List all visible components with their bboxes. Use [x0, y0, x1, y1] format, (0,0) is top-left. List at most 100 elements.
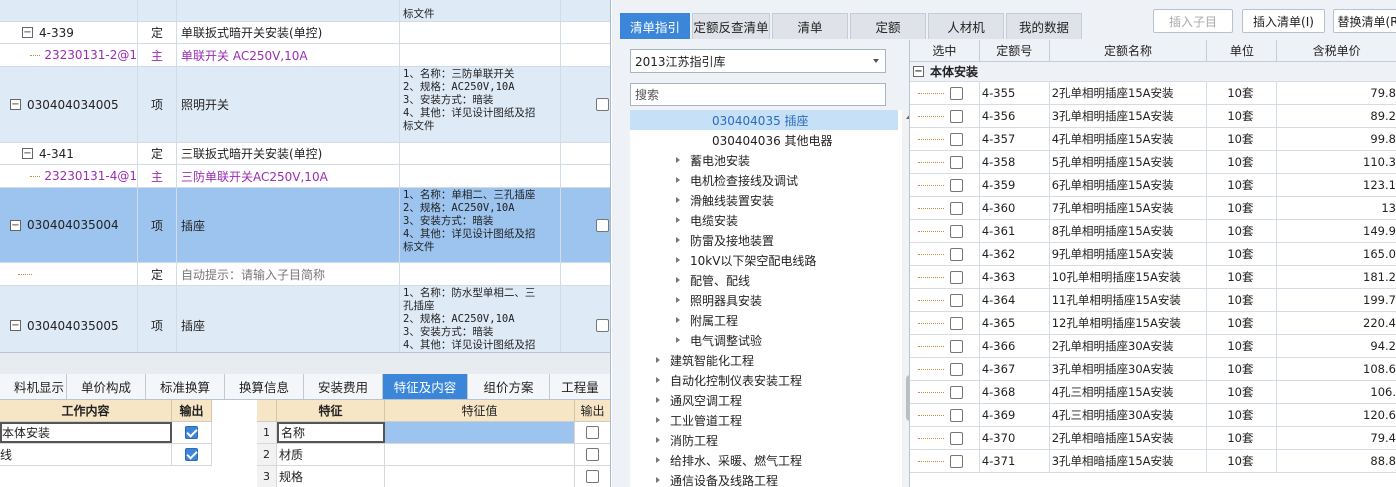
expand-arrow-icon[interactable] [676, 217, 680, 223]
quota-price[interactable]: 120.6 [1277, 404, 1396, 426]
select-checkbox[interactable] [949, 431, 963, 445]
quota-code[interactable]: 4-355 [980, 82, 1050, 104]
guide-tab-1[interactable]: 定额反查清单 [692, 13, 770, 39]
type-cell[interactable]: 定 [138, 143, 177, 164]
bill-item-row[interactable]: 标文件 [0, 0, 610, 22]
insert-list-button[interactable]: 插入清单(I) [1242, 9, 1325, 33]
quota-name[interactable]: 5孔单相明插座15A安装 [1050, 151, 1208, 173]
quota-row[interactable]: 4-365 12孔单相明插座15A安装 10套 220.4 [910, 312, 1396, 335]
feature-cell[interactable] [400, 165, 561, 187]
quota-row[interactable]: 4-370 2孔单相暗插座15A安装 10套 79.4 [910, 427, 1396, 450]
quota-row[interactable]: 4-369 4孔三相明插座30A安装 10套 120.6 [910, 404, 1396, 427]
output-cell[interactable] [561, 0, 610, 21]
quota-row[interactable]: 4-358 5孔单相明插座15A安装 10套 110.3 [910, 151, 1396, 174]
quota-name[interactable]: 11孔单相明插座15A安装 [1050, 289, 1208, 311]
work-content-row[interactable]: 本体安装 [0, 422, 212, 444]
select-checkbox[interactable] [949, 362, 963, 376]
output-cell[interactable] [172, 444, 212, 465]
expand-arrow-icon[interactable] [656, 477, 660, 483]
select-cell[interactable] [910, 266, 980, 288]
bill-item-row[interactable]: −030404035004 项插座 1、名称：单相二、三孔插座 2、规格：AC250… [0, 188, 610, 263]
quota-code[interactable]: 4-364 [980, 289, 1050, 311]
expand-arrow-icon[interactable] [676, 157, 680, 163]
quota-code[interactable]: 4-366 [980, 335, 1050, 357]
select-checkbox[interactable] [949, 109, 963, 123]
quota-price[interactable]: 108.6 [1277, 358, 1396, 380]
feature-cell[interactable]: 1、名称：单相二、三孔插座 2、规格：AC250V,10A 3、安装方式：暗装 … [400, 188, 561, 262]
quota-row[interactable]: 定自动提示：请输入子目简称 [0, 263, 610, 286]
select-cell[interactable] [910, 128, 980, 150]
quota-price[interactable]: 79.4 [1277, 427, 1396, 449]
output-cell[interactable] [561, 44, 610, 66]
quota-code[interactable]: 4-363 [980, 266, 1050, 288]
expand-arrow-icon[interactable] [676, 237, 680, 243]
type-cell[interactable] [138, 0, 177, 21]
quota-price[interactable]: 99.8 [1277, 128, 1396, 150]
tree-node[interactable]: 建筑智能化工程 [630, 350, 754, 370]
code-cell[interactable] [0, 0, 138, 21]
quota-code[interactable]: 4-369 [980, 404, 1050, 426]
feature-name[interactable]: 规格 [277, 466, 385, 487]
expand-arrow-icon[interactable] [656, 457, 660, 463]
type-cell[interactable]: 定 [138, 22, 177, 43]
select-cell[interactable] [910, 197, 980, 219]
quota-code[interactable]: 4-362 [980, 243, 1050, 265]
quota-unit[interactable]: 10套 [1207, 335, 1278, 357]
quota-name[interactable]: 2孔单相明插座15A安装 [1050, 82, 1208, 104]
select-checkbox[interactable] [949, 178, 963, 192]
feature-name[interactable]: 名称 [277, 422, 385, 443]
tree-node[interactable]: 附属工程 [630, 310, 738, 330]
quota-price[interactable]: 165.0 [1277, 243, 1396, 265]
type-cell[interactable]: 项 [138, 188, 177, 262]
quota-row[interactable]: 4-356 3孔单相明插座15A安装 10套 89.2 [910, 105, 1396, 128]
select-cell[interactable] [910, 105, 980, 127]
quota-name[interactable]: 2孔单相明插座30A安装 [1050, 335, 1208, 357]
expand-arrow-icon[interactable] [656, 397, 660, 403]
feature-row[interactable]: 1 名称 [257, 422, 610, 444]
quota-group-row[interactable]: − 本体安装 [910, 62, 1396, 82]
feature-cell[interactable] [400, 44, 561, 66]
quota-code[interactable]: 4-368 [980, 381, 1050, 403]
code-cell[interactable]: −4-339 [0, 22, 138, 43]
tab-5[interactable]: 特征及内容 [383, 374, 468, 399]
quota-unit[interactable]: 10套 [1207, 197, 1278, 219]
quota-unit[interactable]: 10套 [1207, 220, 1278, 242]
tab-6[interactable]: 组价方案 [468, 374, 550, 399]
quota-row[interactable]: 4-357 4孔单相明插座15A安装 10套 99.8 [910, 128, 1396, 151]
quota-unit[interactable]: 10套 [1207, 82, 1278, 104]
code-cell[interactable]: −030404034005 [0, 67, 138, 142]
select-checkbox[interactable] [949, 201, 963, 215]
expand-arrow-icon[interactable] [676, 257, 680, 263]
select-checkbox[interactable] [949, 454, 963, 468]
quota-unit[interactable]: 10套 [1207, 243, 1278, 265]
tab-3[interactable]: 换算信息 [225, 374, 304, 399]
code-cell[interactable] [0, 263, 138, 285]
quota-name[interactable]: 2孔单相暗插座15A安装 [1050, 427, 1208, 449]
code-cell[interactable]: 23230131-4@1 [0, 165, 138, 187]
output-cell[interactable] [561, 165, 610, 187]
select-cell[interactable] [910, 358, 980, 380]
collapse-icon[interactable]: − [22, 27, 33, 38]
feature-cell[interactable]: 标文件 [400, 0, 561, 21]
quota-price[interactable]: 106. [1277, 381, 1396, 403]
quota-unit[interactable]: 10套 [1207, 289, 1278, 311]
tree-node[interactable]: 电气调整试验 [630, 330, 762, 350]
quota-row[interactable]: 4-355 2孔单相明插座15A安装 10套 79.8 [910, 82, 1396, 105]
tree-node[interactable]: 030404036 其他电器 [630, 130, 833, 150]
expand-arrow-icon[interactable] [656, 357, 660, 363]
select-checkbox[interactable] [949, 408, 963, 422]
tree-node[interactable]: 消防工程 [630, 430, 718, 450]
feature-value[interactable] [385, 444, 575, 465]
feature-cell[interactable]: 1、名称：防水型单相二、三 孔插座 2、规格：AC250V,10A 3、安装方式… [400, 286, 561, 352]
guide-tab-0[interactable]: 清单指引 [620, 13, 690, 39]
quota-unit[interactable]: 10套 [1207, 450, 1278, 472]
quota-unit[interactable]: 10套 [1207, 174, 1278, 196]
quota-code[interactable]: 4-359 [980, 174, 1050, 196]
quota-price[interactable]: 89.2 [1277, 105, 1396, 127]
select-cell[interactable] [910, 82, 980, 104]
quota-code[interactable]: 4-361 [980, 220, 1050, 242]
quota-code[interactable]: 4-367 [980, 358, 1050, 380]
quota-unit[interactable]: 10套 [1207, 404, 1278, 426]
quota-name[interactable]: 12孔单相明插座15A安装 [1050, 312, 1208, 334]
select-checkbox[interactable] [949, 316, 963, 330]
